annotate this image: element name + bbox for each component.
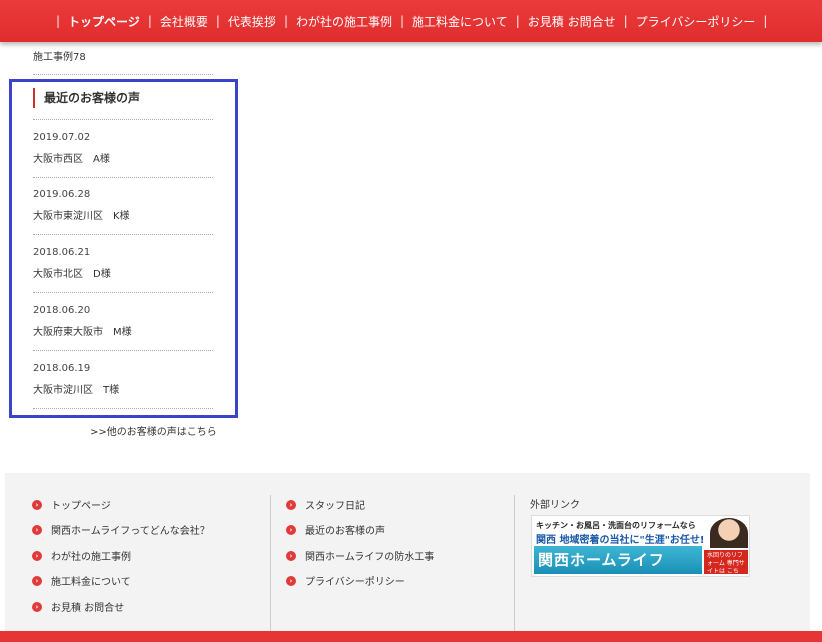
- list-item[interactable]: 2019.07.02 大阪市西区 A様: [33, 132, 213, 178]
- voice-name[interactable]: 大阪府東大阪市 M様: [33, 323, 213, 338]
- voice-date: 2018.06.19: [33, 363, 91, 374]
- kansai-homelife-banner[interactable]: キッチン・お風呂・洗面台のリフォームなら 関西 地域密着の当社に"生涯"お任せ!…: [531, 515, 750, 577]
- list-item[interactable]: 2018.06.20 大阪府東大阪市 M様: [33, 305, 213, 351]
- nav-item-pricing[interactable]: 施工料金について: [412, 13, 508, 30]
- voice-section-title: 最近のお客様の声: [33, 88, 213, 108]
- footer: › トップページ › 関西ホームライフってどんな会社？ › わが社の施工事例 › 施工料…: [5, 473, 810, 631]
- arrow-right-icon: ›: [286, 524, 296, 535]
- footer-column: › トップページ › 関西ホームライフってどんな会社？ › わが社の施工事例 › 施工料…: [5, 473, 270, 631]
- footer-link-label: プライバシーポリシー: [305, 577, 405, 588]
- nav-separator: |: [515, 14, 520, 28]
- voice-date: 2018.06.20: [33, 305, 91, 316]
- nav-item-works[interactable]: わが社の施工事例: [296, 13, 392, 30]
- divider: [33, 74, 213, 75]
- arrow-right-icon: ›: [32, 499, 42, 510]
- nav-separator: |: [147, 14, 152, 28]
- divider: [33, 350, 213, 351]
- arrow-right-icon: ›: [32, 601, 42, 612]
- voice-name[interactable]: 大阪市西区 A様: [33, 150, 213, 165]
- nav-item-privacy[interactable]: プライバシーポリシー: [636, 13, 756, 30]
- footer-link-label: 関西ホームライフってどんな会社？: [51, 526, 210, 537]
- footer-link-label: 最近のお客様の声: [305, 526, 385, 537]
- list-item[interactable]: 2018.06.21 大阪市北区 D様: [33, 247, 213, 293]
- more-voices-link[interactable]: >>他のお客様の声はこちら: [90, 423, 217, 438]
- footer-link-label: 関西ホームライフの防水工事: [305, 552, 435, 563]
- voice-date: 2019.07.02: [33, 132, 91, 143]
- bottom-bar: [0, 631, 822, 642]
- footer-link[interactable]: › 最近のお客様の声: [286, 522, 385, 537]
- footer-link[interactable]: › 関西ホームライフの防水工事: [286, 548, 434, 563]
- nav-item-company[interactable]: 会社概要: [160, 13, 208, 30]
- nav-separator: |: [215, 14, 220, 28]
- banner-subtitle: 関西 地域密着の当社に"生涯"お任せ!: [536, 535, 705, 546]
- banner-tagline: キッチン・お風呂・洗面台のリフォームなら: [536, 521, 696, 530]
- list-item[interactable]: 2019.06.28 大阪市東淀川区 K様: [33, 189, 213, 235]
- footer-link-label: 施工料金について: [51, 577, 131, 588]
- top-nav: | トップページ | 会社概要 | 代表挨拶 | わが社の施工事例 | 施工料金…: [0, 0, 822, 42]
- arrow-right-icon: ›: [286, 499, 296, 510]
- nav-item-greeting[interactable]: 代表挨拶: [228, 13, 276, 30]
- list-item[interactable]: 2018.06.19 大阪市淀川区 T様: [33, 363, 213, 409]
- footer-column: › スタッフ日記 › 最近のお客様の声 › 関西ホームライフの防水工事 › プライバシー…: [270, 495, 514, 631]
- nav-item-contact[interactable]: お見積 お問合せ: [528, 13, 616, 30]
- voice-date: 2019.06.28: [33, 189, 91, 200]
- arrow-right-icon: ›: [286, 575, 296, 586]
- footer-link-label: お見積 お問合せ: [51, 603, 125, 614]
- voice-name[interactable]: 大阪市東淀川区 K様: [33, 207, 213, 222]
- arrow-right-icon: ›: [32, 575, 42, 586]
- person-image: [710, 518, 748, 548]
- divider: [33, 234, 213, 235]
- footer-link[interactable]: › わが社の施工事例: [32, 548, 131, 563]
- banner-logo-text: 関西ホームライフ: [534, 546, 702, 574]
- nav-separator: |: [283, 14, 288, 28]
- banner-cta: 水回りのリフォーム 専門サイトは こちら!: [704, 550, 748, 575]
- footer-link[interactable]: › 施工料金について: [32, 573, 131, 588]
- footer-link-label: スタッフ日記: [305, 501, 365, 512]
- sidebar-prev-item[interactable]: 施工事例78: [33, 48, 86, 63]
- nav-separator: |: [400, 14, 405, 28]
- footer-column: 外部リンク キッチン・お風呂・洗面台のリフォームなら 関西 地域密着の当社に"生…: [514, 495, 810, 631]
- voice-name[interactable]: 大阪市淀川区 T様: [33, 381, 213, 396]
- footer-link[interactable]: › お見積 お問合せ: [32, 599, 124, 614]
- external-links-title: 外部リンク: [530, 500, 580, 511]
- footer-link[interactable]: › スタッフ日記: [286, 497, 365, 512]
- arrow-right-icon: ›: [32, 550, 42, 561]
- footer-link[interactable]: › プライバシーポリシー: [286, 573, 405, 588]
- voice-date: 2018.06.21: [33, 247, 91, 258]
- divider: [33, 408, 213, 409]
- nav-separator: |: [623, 14, 628, 28]
- divider: [33, 119, 213, 120]
- arrow-right-icon: ›: [32, 524, 42, 535]
- footer-link[interactable]: › トップページ: [32, 497, 111, 512]
- footer-link-label: わが社の施工事例: [51, 552, 131, 563]
- footer-link[interactable]: › 関西ホームライフってどんな会社？: [32, 522, 210, 537]
- nav-item-top[interactable]: トップページ: [68, 13, 140, 30]
- voice-name[interactable]: 大阪市北区 D様: [33, 265, 213, 280]
- divider: [33, 177, 213, 178]
- divider: [33, 292, 213, 293]
- nav-separator: |: [56, 14, 61, 28]
- footer-link-label: トップページ: [51, 501, 111, 512]
- arrow-right-icon: ›: [286, 550, 296, 561]
- nav-separator: |: [763, 14, 768, 28]
